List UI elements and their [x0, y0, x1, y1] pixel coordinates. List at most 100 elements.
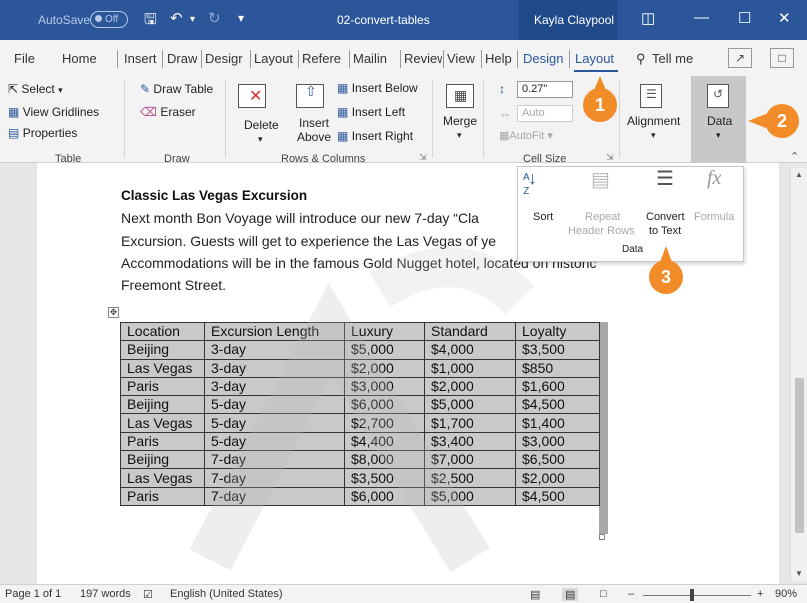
table-cell[interactable]: $6,000 [344, 395, 425, 415]
collapse-ribbon-icon[interactable]: ⌃ [790, 150, 799, 163]
convert-to-text-label-2[interactable]: to Text [649, 224, 681, 238]
tab-layout-doc[interactable]: Layout [254, 51, 293, 66]
table-cell[interactable]: 3-day [204, 340, 345, 360]
tab-insert[interactable]: Insert [124, 51, 157, 66]
insert-below-button[interactable]: ▦ Insert Below [337, 81, 418, 95]
web-layout-icon[interactable]: □ [600, 588, 607, 600]
draw-table-button[interactable]: ✎ Draw Table [140, 82, 213, 96]
table-cell[interactable]: 7-day [204, 450, 345, 470]
table-cell[interactable]: Beijing [120, 450, 205, 470]
table-cell[interactable]: Paris [120, 431, 205, 452]
table-cell[interactable]: Paris [120, 486, 205, 506]
table-cell[interactable]: $1,400 [515, 413, 600, 433]
table-cell[interactable]: Las Vegas [120, 413, 205, 433]
table-cell[interactable]: $4,400 [344, 431, 425, 452]
tab-home[interactable]: Home [62, 51, 97, 66]
read-mode-icon[interactable]: ▤ [530, 588, 540, 601]
alignment-dropdown-icon[interactable]: ▾ [651, 130, 656, 141]
merge-button[interactable]: Merge [443, 114, 477, 128]
table-resize-handle[interactable] [599, 534, 605, 540]
table-cell[interactable]: $4,500 [515, 486, 600, 506]
table-cell[interactable]: $1,000 [424, 358, 516, 378]
close-icon[interactable]: ✕ [778, 9, 791, 27]
zoom-in-icon[interactable]: + [757, 588, 763, 600]
table-cell[interactable]: $5,000 [344, 340, 425, 360]
delete-button[interactable]: Delete [244, 118, 279, 132]
table-cell[interactable]: $7,000 [424, 450, 516, 470]
table-cell[interactable]: $850 [515, 358, 600, 378]
undo-dropdown-icon[interactable]: ▾ [190, 14, 195, 25]
table-cell[interactable]: $2,000 [424, 376, 516, 397]
zoom-slider-thumb[interactable] [690, 589, 694, 601]
table-cell[interactable]: $3,500 [515, 340, 600, 360]
data-button[interactable]: Data [707, 114, 732, 128]
vertical-scrollbar[interactable]: ▲ ▼ [790, 168, 807, 582]
table-cell[interactable]: $2,000 [515, 468, 600, 488]
tab-review[interactable]: Review [404, 51, 442, 66]
table-cell[interactable]: $2,500 [424, 468, 516, 488]
ribbon-display-icon[interactable]: ◫ [641, 9, 655, 27]
user-name[interactable]: Kayla Claypool [534, 13, 614, 27]
zoom-level[interactable]: 90% [775, 588, 797, 600]
share-icon[interactable]: ↗ [728, 48, 752, 68]
table-cell[interactable]: 5-day [204, 395, 345, 415]
table-cell[interactable]: 5-day [204, 431, 345, 452]
tab-help[interactable]: Help [485, 51, 512, 66]
scroll-down-icon[interactable]: ▼ [795, 569, 803, 578]
table-cell[interactable]: Las Vegas [120, 358, 205, 378]
tab-references[interactable]: Refere [302, 51, 347, 66]
redo-icon[interactable]: ↻ [208, 9, 221, 27]
table-cell[interactable]: $4,500 [515, 395, 600, 415]
table-cell[interactable]: Beijing [120, 340, 205, 360]
page-count[interactable]: Page 1 of 1 [5, 588, 61, 600]
convert-to-text-icon[interactable]: ☰ [656, 169, 674, 189]
header-cell[interactable]: Standard [424, 321, 516, 342]
delete-dropdown-icon[interactable]: ▾ [258, 134, 263, 145]
table-cell[interactable]: $3,000 [344, 376, 425, 397]
table-cell[interactable]: $3,500 [344, 468, 425, 488]
row-height-input[interactable]: 0.27" [517, 81, 573, 98]
print-layout-icon[interactable]: ▤ [562, 588, 579, 601]
proofing-icon[interactable]: ☑ [143, 588, 153, 601]
table-cell[interactable]: $6,000 [344, 486, 425, 506]
autosave-toggle[interactable]: Off [90, 11, 128, 28]
autofit-button[interactable]: ▦AutoFit ▾ [499, 129, 553, 142]
table-cell[interactable]: 3-day [204, 376, 345, 397]
data-icon[interactable]: ↺ [707, 84, 729, 108]
table-cell[interactable]: 5-day [204, 413, 345, 433]
table-cell[interactable]: 7-day [204, 486, 345, 506]
lightbulb-icon[interactable]: ⚲ [636, 51, 646, 67]
language-status[interactable]: English (United States) [170, 588, 283, 600]
sort-button[interactable]: Sort [533, 210, 553, 224]
header-cell[interactable]: Excursion Length [204, 321, 345, 342]
maximize-icon[interactable]: ☐ [738, 9, 751, 27]
convert-to-text-label-1[interactable]: Convert [646, 210, 685, 224]
table-cell[interactable]: Las Vegas [120, 468, 205, 488]
tell-me-box[interactable]: Tell me [652, 51, 693, 66]
alignment-icon[interactable]: ☰ [640, 84, 662, 108]
header-cell[interactable]: Luxury [344, 321, 425, 342]
table-cell[interactable]: $6,500 [515, 450, 600, 470]
insert-above-label-1[interactable]: Insert [299, 116, 329, 130]
delete-table-icon[interactable]: ✕ [238, 84, 266, 108]
comments-icon[interactable]: □ [770, 48, 794, 68]
table-cell[interactable]: $4,000 [424, 340, 516, 360]
merge-icon[interactable]: ▦ [446, 84, 474, 108]
properties-button[interactable]: ▤ Properties [8, 126, 77, 140]
table-cell[interactable]: Beijing [120, 395, 205, 415]
table-cell[interactable]: $5,000 [424, 395, 516, 415]
scrollbar-thumb[interactable] [795, 378, 804, 533]
header-cell[interactable]: Loyalty [515, 321, 600, 342]
excursion-table[interactable]: Location Excursion Length Luxury Standar… [120, 321, 600, 506]
insert-above-label-2[interactable]: Above [297, 130, 331, 144]
scroll-up-icon[interactable]: ▲ [795, 170, 803, 179]
table-cell[interactable]: Paris [120, 376, 205, 397]
table-cell[interactable]: $8,000 [344, 450, 425, 470]
undo-icon[interactable]: ↶ [170, 9, 183, 27]
alignment-button[interactable]: Alignment [627, 114, 680, 128]
merge-dropdown-icon[interactable]: ▾ [457, 130, 462, 141]
table-cell[interactable]: $3,400 [424, 431, 516, 452]
rows-columns-launcher-icon[interactable]: ⇲ [419, 152, 427, 163]
select-button[interactable]: ⇱ Select ▾ [8, 82, 63, 96]
insert-above-icon[interactable]: ⇧ [296, 83, 324, 108]
